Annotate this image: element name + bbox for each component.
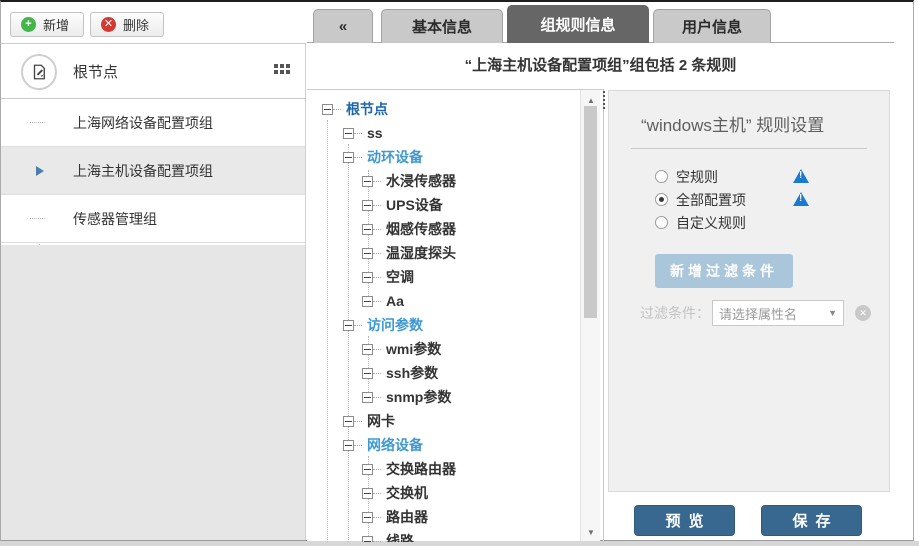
radio-selected-icon[interactable] bbox=[655, 193, 668, 206]
sidebar-item-label: 上海网络设备配置项组 bbox=[73, 113, 213, 133]
tab-label: 组规则信息 bbox=[540, 14, 615, 35]
warning-triangle-icon bbox=[793, 169, 809, 183]
tab-basic-info[interactable]: 基本信息 bbox=[381, 9, 503, 43]
x-icon: ✕ bbox=[101, 17, 116, 32]
selected-arrow-icon bbox=[36, 166, 44, 176]
tree-node-aircon[interactable]: 空调 bbox=[307, 265, 580, 289]
tree-node-aa[interactable]: Aa bbox=[307, 289, 580, 313]
tree-node-access-params[interactable]: 访问参数 bbox=[307, 313, 580, 337]
collapse-box-icon[interactable] bbox=[343, 320, 354, 331]
collapse-box-icon[interactable] bbox=[343, 416, 354, 427]
collapse-box-icon[interactable] bbox=[362, 272, 373, 283]
sidebar-item-sensor-group[interactable]: 传感器管理组 bbox=[1, 195, 305, 243]
tree-node-root[interactable]: 根节点 bbox=[307, 97, 580, 121]
tree-node-wmi[interactable]: wmi参数 bbox=[307, 337, 580, 361]
tree-node-smoke-sensor[interactable]: 烟感传感器 bbox=[307, 217, 580, 241]
ci-tree-panel: 根节点 ss 动环设备 水浸传感器 UPS设备 烟感传感器 温湿度探头 空调 A… bbox=[307, 90, 580, 542]
tab-user-info[interactable]: 用户信息 bbox=[653, 9, 771, 43]
add-button[interactable]: + 新增 bbox=[10, 12, 84, 37]
warning-triangle-icon bbox=[793, 192, 809, 206]
collapse-box-icon[interactable] bbox=[322, 104, 333, 115]
screen: + 新增 ✕ 删除 根节点 bbox=[0, 0, 919, 546]
sidebar-filler bbox=[1, 245, 305, 540]
tree-node-snmp[interactable]: snmp参数 bbox=[307, 385, 580, 409]
preview-button[interactable]: 预览 bbox=[634, 505, 735, 536]
tree-node-network-devices[interactable]: 网络设备 bbox=[307, 433, 580, 457]
filter-condition-row: 过滤条件： 请选择属性名 ▼ ✕ bbox=[640, 300, 889, 326]
tree-scrollbar[interactable]: ▲ ▼ bbox=[580, 90, 600, 542]
tab-collapse[interactable]: « bbox=[313, 9, 373, 43]
root-node-label: 根节点 bbox=[73, 61, 118, 82]
collapse-box-icon[interactable] bbox=[362, 536, 373, 543]
sidebar-item-host-group-selected[interactable]: 上海主机设备配置项组 bbox=[1, 147, 305, 195]
select-placeholder: 请选择属性名 bbox=[719, 304, 797, 323]
collapse-box-icon[interactable] bbox=[343, 152, 354, 163]
tree-stub bbox=[30, 218, 45, 219]
option-empty-rule[interactable]: 空规则 bbox=[655, 165, 825, 188]
add-button-label: 新增 bbox=[43, 15, 69, 34]
sidebar-item-label: 传感器管理组 bbox=[73, 209, 157, 229]
tree-node-ssh[interactable]: ssh参数 bbox=[307, 361, 580, 385]
collapse-box-icon[interactable] bbox=[362, 512, 373, 523]
panel-divider bbox=[603, 89, 604, 542]
delete-button[interactable]: ✕ 删除 bbox=[90, 12, 164, 37]
collapse-box-icon[interactable] bbox=[362, 488, 373, 499]
collapse-box-icon[interactable] bbox=[362, 344, 373, 355]
tree-node-switch-router[interactable]: 交换路由器 bbox=[307, 457, 580, 481]
group-rule-summary: “上海主机设备配置项组”组包括 2 条规则 bbox=[307, 54, 894, 75]
collapse-box-icon[interactable] bbox=[362, 368, 373, 379]
delete-button-label: 删除 bbox=[123, 15, 149, 34]
plus-icon: + bbox=[21, 17, 36, 32]
collapse-box-icon[interactable] bbox=[362, 176, 373, 187]
tree-node-nic[interactable]: 网卡 bbox=[307, 409, 580, 433]
tree-node-temp-humidity[interactable]: 温湿度探头 bbox=[307, 241, 580, 265]
rule-settings-card: “windows主机” 规则设置 空规则 全部配置项 自定义规则 新 bbox=[608, 90, 890, 492]
tree-node-ss[interactable]: ss bbox=[307, 121, 580, 145]
tab-label: 基本信息 bbox=[412, 16, 472, 37]
collapse-chevrons-icon: « bbox=[339, 18, 347, 35]
collapse-box-icon[interactable] bbox=[362, 248, 373, 259]
attribute-name-select[interactable]: 请选择属性名 ▼ bbox=[712, 300, 844, 326]
option-custom-rule[interactable]: 自定义规则 bbox=[655, 211, 825, 234]
rule-type-options: 空规则 全部配置项 自定义规则 bbox=[655, 165, 889, 234]
tree-stub bbox=[30, 122, 45, 123]
rule-title-underline: “windows主机” 规则设置 bbox=[631, 111, 867, 149]
rule-settings-title: “windows主机” 规则设置 bbox=[641, 111, 865, 148]
save-button[interactable]: 保存 bbox=[761, 505, 862, 536]
tree-node-water-sensor[interactable]: 水浸传感器 bbox=[307, 169, 580, 193]
remove-filter-icon[interactable]: ✕ bbox=[855, 305, 871, 321]
collapse-box-icon[interactable] bbox=[343, 128, 354, 139]
collapse-box-icon[interactable] bbox=[362, 200, 373, 211]
tab-label: 用户信息 bbox=[682, 16, 742, 37]
scroll-down-icon[interactable]: ▼ bbox=[581, 524, 601, 540]
group-sidebar: 根节点 上海网络设备配置项组 上海主机设备配置项组 传感器管理组 bbox=[1, 43, 306, 540]
edit-document-icon bbox=[21, 54, 57, 90]
tree-node-switch[interactable]: 交换机 bbox=[307, 481, 580, 505]
tree-node-ups[interactable]: UPS设备 bbox=[307, 193, 580, 217]
app-window: + 新增 ✕ 删除 根节点 bbox=[0, 0, 914, 541]
scrollbar-thumb[interactable] bbox=[584, 106, 597, 318]
toolbar: + 新增 ✕ 删除 bbox=[1, 2, 306, 43]
sidebar-item-network-group[interactable]: 上海网络设备配置项组 bbox=[1, 99, 305, 147]
grid-menu-icon[interactable] bbox=[274, 64, 291, 75]
tree-node-line[interactable]: 线路 bbox=[307, 529, 580, 542]
tree-node-router[interactable]: 路由器 bbox=[307, 505, 580, 529]
sidebar-item-label: 上海主机设备配置项组 bbox=[73, 161, 213, 181]
sidebar-root-header[interactable]: 根节点 bbox=[1, 43, 305, 99]
filter-condition-label: 过滤条件： bbox=[640, 303, 710, 323]
tab-group-rule-info[interactable]: 组规则信息 bbox=[507, 5, 649, 43]
collapse-box-icon[interactable] bbox=[362, 464, 373, 475]
collapse-box-icon[interactable] bbox=[362, 392, 373, 403]
collapse-box-icon[interactable] bbox=[362, 296, 373, 307]
collapse-box-icon[interactable] bbox=[343, 440, 354, 451]
tree-node-env-devices[interactable]: 动环设备 bbox=[307, 145, 580, 169]
collapse-box-icon[interactable] bbox=[362, 224, 373, 235]
option-all-config-items[interactable]: 全部配置项 bbox=[655, 188, 825, 211]
add-filter-condition-button[interactable]: 新增过滤条件 bbox=[655, 254, 793, 288]
radio-icon[interactable] bbox=[655, 170, 668, 183]
radio-icon[interactable] bbox=[655, 216, 668, 229]
divider-drag-handle[interactable] bbox=[603, 91, 606, 109]
caret-down-icon: ▼ bbox=[828, 308, 837, 318]
